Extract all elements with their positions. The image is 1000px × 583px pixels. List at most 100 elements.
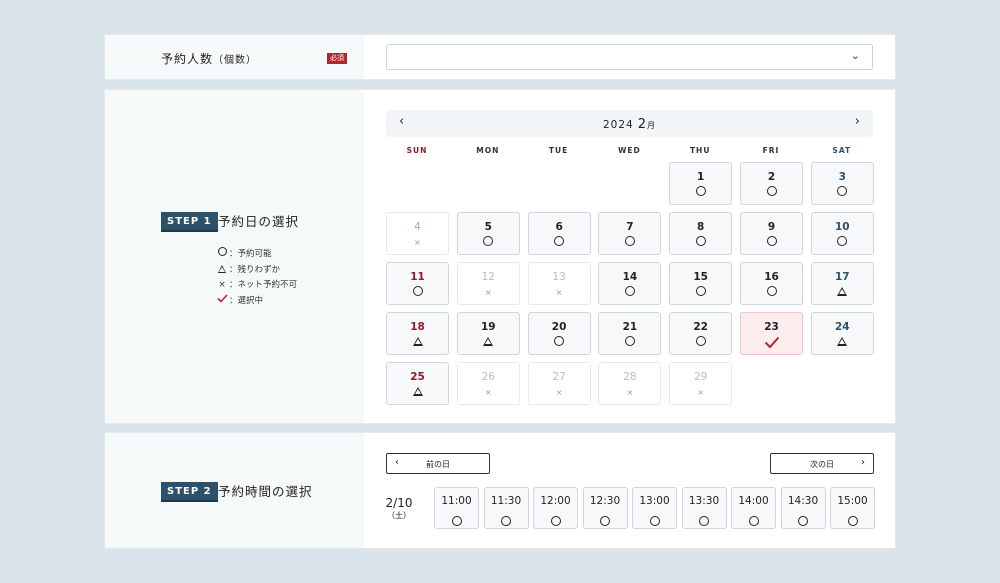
weekday-sun: SUN: [406, 146, 428, 155]
day-status: [741, 236, 802, 250]
calendar-day-24[interactable]: 24: [810, 312, 874, 355]
calendar-day-29: 29 ×: [669, 362, 733, 405]
day-number: 24: [834, 321, 850, 333]
calendar-day-19[interactable]: 19: [456, 312, 520, 355]
calendar-day-14[interactable]: 14: [598, 262, 662, 305]
time-slot-status: [633, 511, 676, 530]
time-slot-1330[interactable]: 13:30: [681, 487, 727, 529]
time-slot-1100[interactable]: 11:00: [434, 487, 479, 529]
day-status: ×: [458, 286, 519, 300]
day-number: 6: [555, 221, 563, 233]
circle-icon: [483, 236, 494, 246]
day-status: [741, 286, 802, 300]
calendar-title: 2024 2月: [386, 117, 873, 132]
day-number: 8: [697, 221, 705, 233]
slots-date-value: 2/10: [385, 496, 413, 510]
legend-text: ：予約可能: [229, 249, 272, 259]
calendar-day-8[interactable]: 8: [669, 212, 733, 255]
calendar-day-7[interactable]: 7: [598, 212, 662, 255]
step2-badge: STEP 2: [161, 482, 218, 502]
day-number: 18: [410, 321, 425, 333]
time-slot-1430[interactable]: 14:30: [780, 487, 826, 529]
day-number: 2: [767, 171, 776, 183]
cross-icon: ×: [555, 388, 563, 397]
weekday-mon: MON: [476, 146, 500, 155]
day-status: [812, 236, 873, 250]
day-status: [812, 336, 873, 350]
people-input-column: ⌄: [364, 35, 895, 79]
circle-icon: [699, 516, 709, 526]
calendar-day-20[interactable]: 20: [527, 312, 591, 355]
day-status: [387, 386, 448, 400]
calendar-day-3[interactable]: 3: [810, 162, 874, 205]
time-slot-status: [435, 511, 478, 530]
calendar-day-9[interactable]: 9: [740, 212, 803, 255]
time-slot-1400[interactable]: 14:00: [731, 487, 776, 529]
calendar-day-21[interactable]: 21: [598, 312, 662, 355]
time-slot-time: 11:00: [441, 495, 472, 507]
next-day-label: 次の日: [810, 460, 834, 469]
circle-icon: [554, 336, 565, 346]
calendar-day-1[interactable]: 1: [669, 162, 733, 205]
day-status: [458, 336, 519, 350]
calendar-day-15[interactable]: 15: [669, 262, 733, 305]
circle-icon: [501, 516, 511, 526]
cross-icon: ×: [484, 388, 492, 397]
circle-icon: [412, 286, 423, 296]
weekday-sat: SAT: [832, 146, 852, 155]
people-label-text: 予約人数: [161, 52, 214, 66]
people-select[interactable]: ⌄: [386, 44, 873, 70]
time-slot-1200[interactable]: 12:00: [533, 487, 578, 529]
circle-icon: [766, 286, 777, 296]
prev-day-button[interactable]: ‹ 前の日: [386, 453, 490, 474]
cross-icon: ×: [218, 280, 226, 290]
time-slot-time: 15:00: [837, 495, 868, 507]
time-slot-1230[interactable]: 12:30: [582, 487, 628, 529]
calendar-day-5[interactable]: 5: [456, 212, 520, 255]
calendar-day-18[interactable]: 18: [386, 312, 449, 355]
day-number: 3: [838, 171, 846, 183]
day-status: ×: [529, 386, 590, 400]
calendar-day-16[interactable]: 16: [740, 262, 803, 305]
day-status: [529, 236, 590, 250]
calendar-day-11[interactable]: 11: [386, 262, 449, 305]
legend-text: ：ネット予約不可: [229, 280, 298, 290]
calendar-day-27: 27 ×: [527, 362, 591, 405]
time-slot-1300[interactable]: 13:00: [632, 487, 677, 529]
circle-icon: [837, 236, 848, 246]
calendar-day-2[interactable]: 2: [740, 162, 803, 205]
circle-icon: [554, 236, 565, 246]
day-status: [670, 236, 731, 250]
calendar-day-25[interactable]: 25: [386, 362, 449, 405]
circle-icon: [766, 236, 777, 246]
time-slot-1130[interactable]: 11:30: [483, 487, 529, 529]
calendar-day-10[interactable]: 10: [810, 212, 874, 255]
calendar-day-23[interactable]: 23: [740, 312, 803, 355]
next-month-button[interactable]: ›: [855, 114, 860, 129]
calendar-day-22[interactable]: 22: [669, 312, 733, 355]
step1-badge: STEP 1: [161, 212, 218, 232]
triangle-icon: [412, 337, 423, 346]
day-number: 29: [694, 371, 708, 383]
next-day-button[interactable]: 次の日 ›: [770, 453, 874, 474]
time-slot-1500[interactable]: 15:00: [830, 487, 875, 529]
day-status: [741, 336, 802, 350]
day-number: 7: [626, 221, 634, 233]
calendar-day-12: 12 ×: [456, 262, 520, 305]
day-number: 11: [410, 271, 425, 283]
day-status: [812, 186, 873, 200]
calendar-day-17[interactable]: 17: [810, 262, 874, 305]
circle-icon: [748, 516, 759, 526]
circle-icon: [451, 516, 462, 526]
day-number: 10: [834, 221, 850, 233]
circle-icon: [695, 186, 706, 196]
time-slots: ‹ 前の日 次の日 › 2/10 （土） 11:00 11:30 12:00 12:3…: [364, 433, 895, 548]
chevron-right-icon: ›: [861, 457, 865, 468]
calendar-day-6[interactable]: 6: [527, 212, 591, 255]
day-number: 12: [481, 271, 495, 283]
day-number: 21: [622, 321, 638, 333]
cross-icon: ×: [484, 288, 492, 297]
step1-title: 予約日の選択: [218, 214, 300, 229]
circle-icon: [624, 336, 635, 346]
day-number: 19: [480, 321, 496, 333]
